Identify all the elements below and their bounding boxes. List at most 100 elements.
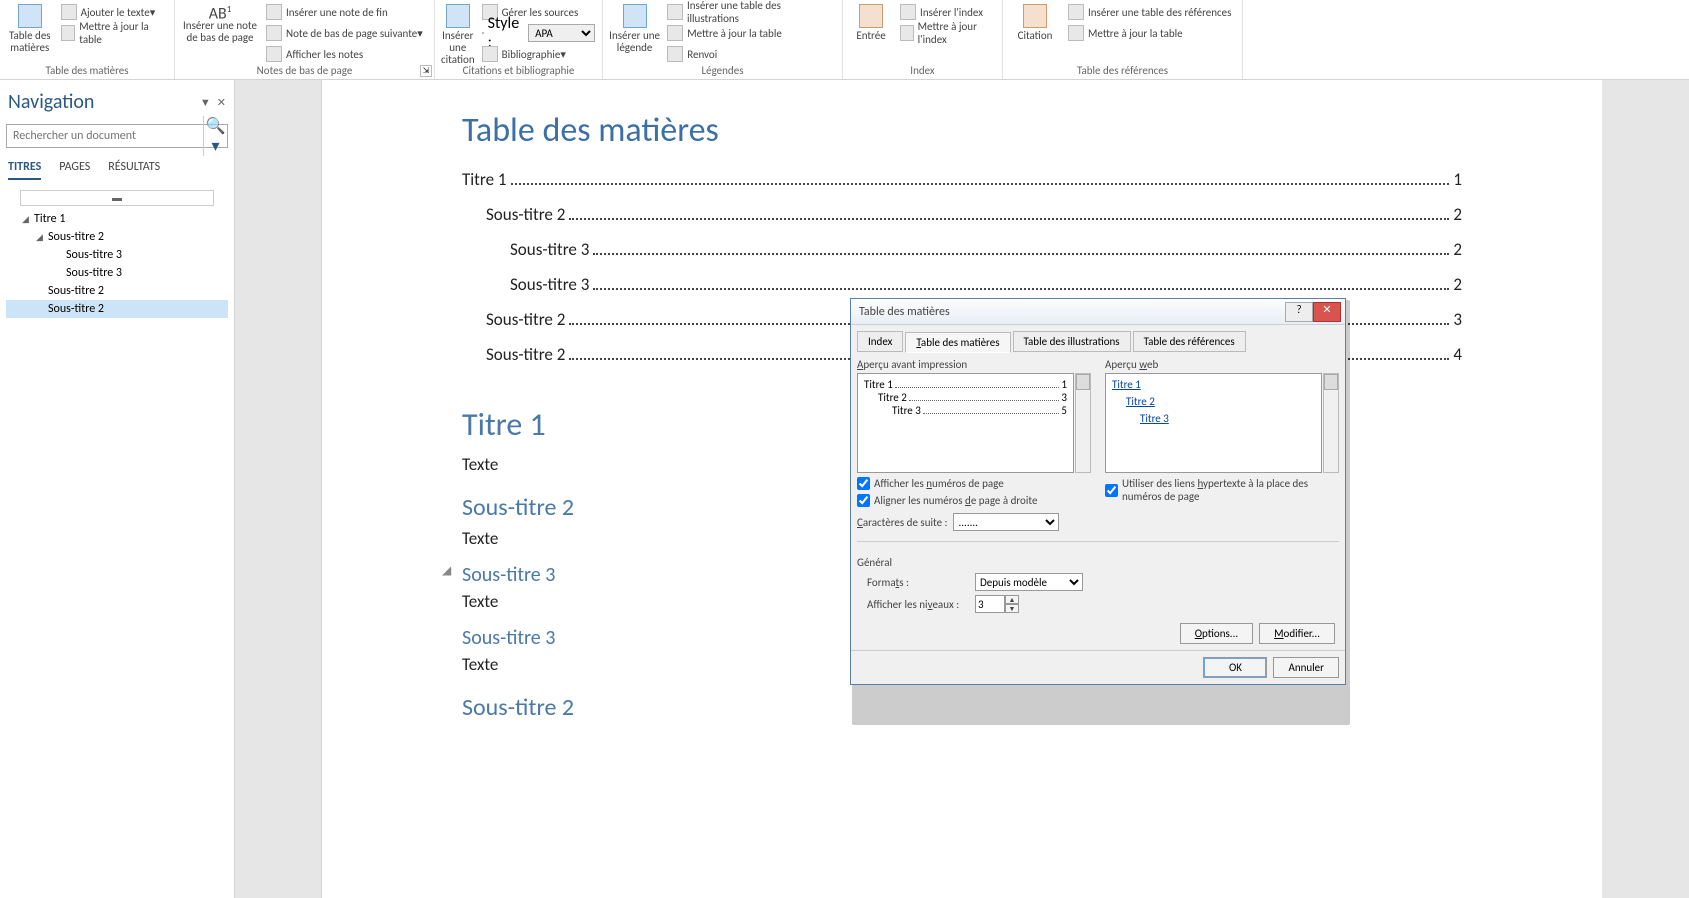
toc-icon — [18, 4, 42, 28]
toc-dots — [593, 253, 1449, 255]
show-notes-button[interactable]: Afficher les notes — [263, 44, 426, 64]
dialog-tab[interactable]: Table des références — [1133, 331, 1246, 352]
group-label: Citations et bibliographie — [435, 64, 602, 77]
leader-select[interactable]: ....... — [953, 513, 1059, 531]
print-preview-label: Aperçu avant impression — [857, 358, 1091, 371]
triangle-icon: ◢ — [22, 214, 32, 225]
spin-up-icon[interactable]: ▲ — [1005, 595, 1019, 604]
toc-title: Sous-titre 3 — [510, 274, 589, 295]
levels-input[interactable] — [975, 595, 1005, 613]
ribbon-group-index: Entrée Insérer l'index Mettre à jour l'i… — [843, 0, 1003, 79]
toc-dots — [511, 183, 1450, 185]
scroll-thumb[interactable] — [1324, 374, 1338, 390]
tree-item[interactable]: Sous-titre 2 — [6, 282, 228, 300]
tree-item[interactable]: ◢Titre 1 — [6, 210, 228, 228]
refs-citation-button[interactable]: Citation — [1009, 2, 1061, 43]
ok-button[interactable]: OK — [1203, 657, 1267, 678]
general-label: Général — [857, 556, 1339, 569]
nav-search[interactable]: 🔍▾ — [6, 124, 228, 148]
insert-illustrations-table-button[interactable]: Insérer une table des illustrations — [664, 2, 836, 22]
ribbon-group-captions: Insérer une légende Insérer une table de… — [603, 0, 843, 79]
cancel-button[interactable]: Annuler — [1273, 657, 1339, 678]
modify-button[interactable]: Modifier... — [1259, 623, 1335, 644]
citation-button[interactable]: Insérer une citation — [441, 2, 475, 66]
scroll-thumb[interactable] — [1076, 374, 1090, 390]
navigation-pane: Navigation ▼ ✕ 🔍▾ TITRES PAGES RÉSULTATS… — [0, 80, 235, 898]
formats-select[interactable]: Depuis modèle — [975, 573, 1083, 591]
collapse-icon[interactable]: ◢ — [442, 563, 451, 578]
scrollbar[interactable] — [1075, 373, 1091, 473]
tree-label: Sous-titre 3 — [66, 248, 122, 262]
add-text-button[interactable]: Ajouter le texte ▾ — [58, 2, 168, 22]
ribbon-group-refs-table: Citation Insérer une table des référence… — [1003, 0, 1243, 79]
dialog-tab[interactable]: Table des illustrations — [1013, 331, 1131, 352]
tree-item[interactable]: ◢Sous-titre 2 — [6, 228, 228, 246]
chk-label: Aligner les numéros de page à droite — [874, 494, 1037, 507]
update-icon — [900, 25, 914, 41]
toc-page: 4 — [1453, 344, 1462, 365]
dialog-tabs: IndexTable des matièresTable des illustr… — [857, 331, 1339, 352]
footnote-button[interactable]: AB1 Insérer une note de bas de page — [181, 2, 259, 64]
chk-right-align[interactable] — [857, 494, 870, 507]
next-footnote-button[interactable]: Note de bas de page suivante ▾ — [263, 23, 426, 43]
search-icon[interactable]: 🔍▾ — [203, 116, 227, 156]
web-preview-link[interactable]: Titre 1 — [1112, 378, 1315, 391]
tab-resultats[interactable]: RÉSULTATS — [108, 160, 160, 180]
tree-item[interactable]: Sous-titre 2 — [6, 300, 228, 318]
toc-row[interactable]: Sous-titre 3 2 — [462, 274, 1462, 295]
toc-dialog: Table des matières ? ✕ IndexTable des ma… — [850, 298, 1346, 685]
group-label: Table des matières — [0, 64, 174, 77]
refs-icon — [1023, 4, 1047, 28]
dropdown-icon[interactable]: ▼ — [200, 96, 211, 109]
options-button[interactable]: Options... — [1180, 623, 1253, 644]
dialog-tab[interactable]: Table des matières — [905, 332, 1010, 353]
web-preview-link[interactable]: Titre 2 — [1112, 395, 1315, 408]
toc-row[interactable]: Sous-titre 2 2 — [462, 204, 1462, 225]
toc-row[interactable]: Titre 1 1 — [462, 169, 1462, 190]
help-button[interactable]: ? — [1285, 302, 1313, 322]
toc-title: Sous-titre 2 — [486, 204, 565, 225]
toc-button[interactable]: Table des matières — [6, 2, 54, 54]
tab-pages[interactable]: PAGES — [59, 160, 90, 180]
ribbon-group-citations: Insérer une citation Gérer les sources S… — [435, 0, 603, 79]
update-refs-table-button[interactable]: Mettre à jour la table — [1065, 23, 1234, 43]
update-icon — [61, 25, 76, 41]
dialog-titlebar[interactable]: Table des matières ? ✕ — [851, 299, 1345, 325]
launcher-icon[interactable]: ⇲ — [420, 65, 432, 77]
tree-label: Sous-titre 2 — [48, 302, 104, 316]
tree-item[interactable]: Sous-titre 3 — [6, 246, 228, 264]
caption-button[interactable]: Insérer une légende — [609, 2, 660, 64]
tab-titres[interactable]: TITRES — [8, 160, 41, 180]
ribbon-group-toc: Table des matières Ajouter le texte ▾ Me… — [0, 0, 175, 79]
chk-hyperlinks[interactable] — [1105, 484, 1118, 497]
crossref-button[interactable]: Renvoi — [664, 44, 836, 64]
bibliography-button[interactable]: Bibliographie ▾ — [479, 44, 599, 64]
endnote-button[interactable]: Insérer une note de fin — [263, 2, 426, 22]
style-select[interactable]: APA — [528, 24, 595, 42]
levels-spinner[interactable]: ▲▼ — [975, 595, 1019, 613]
collapse-bar[interactable]: ▬ — [20, 190, 214, 206]
insert-index-button[interactable]: Insérer l'index — [897, 2, 996, 22]
update-index-button[interactable]: Mettre à jour l'index — [897, 23, 996, 43]
tree-item[interactable]: Sous-titre 3 — [6, 264, 228, 282]
group-label: Légendes — [603, 64, 842, 77]
update-captions-button[interactable]: Mettre à jour la table — [664, 23, 836, 43]
web-preview-link[interactable]: Titre 3 — [1112, 412, 1315, 425]
index-entry-button[interactable]: Entrée — [849, 2, 893, 43]
close-button[interactable]: ✕ — [1313, 302, 1341, 322]
dialog-tab[interactable]: Index — [857, 331, 903, 352]
chk-show-page-numbers[interactable] — [857, 477, 870, 490]
index-label: Entrée — [856, 30, 885, 42]
close-icon[interactable]: ✕ — [217, 96, 226, 109]
search-input[interactable] — [7, 127, 203, 145]
style-selector[interactable]: Style : APA — [479, 23, 599, 43]
spin-down-icon[interactable]: ▼ — [1005, 604, 1019, 613]
toc-page: 2 — [1453, 274, 1462, 295]
leader-label: Caractères de suite : — [857, 516, 947, 529]
toc-row[interactable]: Sous-titre 3 2 — [462, 239, 1462, 260]
style-icon — [482, 32, 484, 34]
scrollbar[interactable] — [1323, 373, 1339, 473]
update-toc-button[interactable]: Mettre à jour la table — [58, 23, 168, 43]
show-notes-icon — [266, 46, 282, 62]
insert-refs-table-button[interactable]: Insérer une table des références — [1065, 2, 1234, 22]
